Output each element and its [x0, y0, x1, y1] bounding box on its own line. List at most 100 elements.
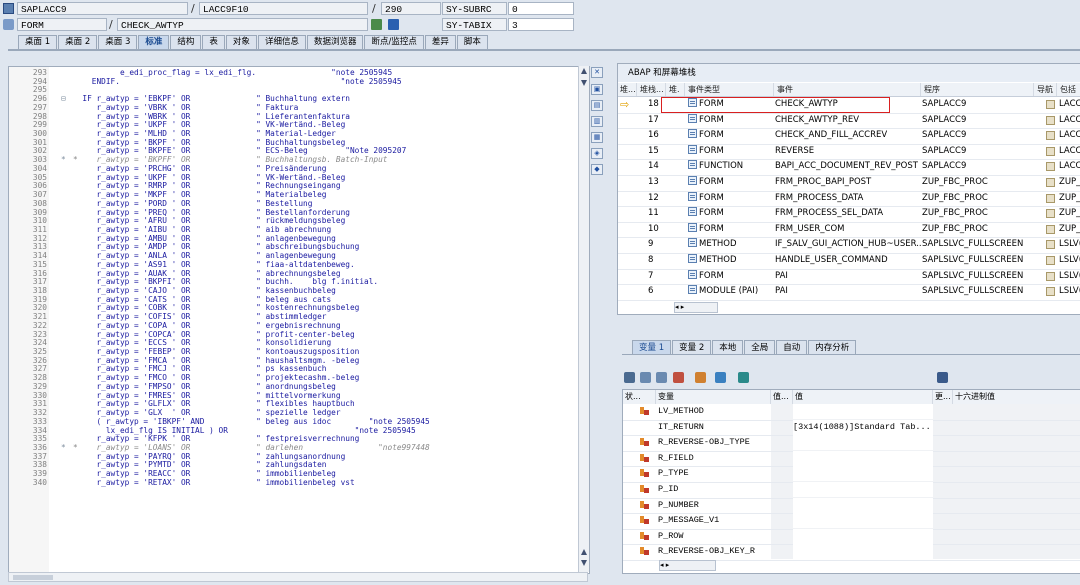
tab-auto[interactable]: 自动	[776, 340, 808, 355]
variable-value[interactable]	[793, 497, 933, 513]
table-icon[interactable]	[738, 372, 749, 383]
stack-row[interactable]: 9 METHOD IF_SALV_GUI_ACTION_HUB~USER... SAP…	[618, 237, 1080, 254]
stack-row[interactable]: 6 MODULE (PAI) PAI SAPLSLVC_FULLSCREEN LSLV(	[618, 284, 1080, 301]
col-header[interactable]: 堆...	[618, 83, 637, 96]
filter-icon[interactable]	[673, 372, 684, 383]
stack-row[interactable]: 11 FORM FRM_PROCESS_SEL_DATA ZUP_FBC_PROC ZU…	[618, 206, 1080, 223]
tab-breakpoints[interactable]: 断点/监控点	[364, 35, 424, 49]
tab-script[interactable]: 脚本	[456, 35, 488, 49]
tab-table[interactable]: 表	[202, 35, 225, 49]
variable-row[interactable]: R_REVERSE-OBJ_TYPE	[623, 435, 1080, 452]
variable-row[interactable]: P_NUMBER	[623, 497, 1080, 515]
stack-row[interactable]: 17 FORM CHECK_AWTYP_REV SAPLACC9 LACC	[618, 113, 1080, 130]
program-field[interactable]: SAPLACC9	[17, 2, 188, 15]
event-type-field[interactable]: FORM	[17, 18, 107, 31]
variable-value[interactable]	[793, 528, 933, 544]
fold-marker[interactable]: *	[61, 443, 66, 453]
sy-tabix-value[interactable]: 3	[508, 18, 574, 31]
fold-marker[interactable]: *	[61, 155, 66, 165]
tab-data-browser[interactable]: 数据浏览器	[306, 35, 364, 49]
close-icon[interactable]: ✕	[591, 67, 603, 78]
variable-row[interactable]: R_FIELD	[623, 450, 1080, 468]
stack-row[interactable]: 14 FUNCTION BAPI_ACC_DOCUMENT_REV_POST SAPL…	[618, 159, 1080, 176]
variable-value[interactable]	[793, 404, 933, 419]
variable-name[interactable]: IT_RETURN	[658, 420, 770, 435]
variable-value[interactable]	[793, 450, 933, 466]
tab-global[interactable]: 全局	[744, 340, 776, 355]
stack-row[interactable]: 8 METHOD HANDLE_USER_COMMAND SAPLSLVC_FULLS…	[618, 253, 1080, 270]
export-icon[interactable]	[656, 372, 667, 383]
tab-variables-2[interactable]: 变量 2	[672, 340, 712, 355]
event-field[interactable]: CHECK_AWTYP	[117, 18, 368, 31]
code-line[interactable]: 294 ENDIF. "note 2505945	[9, 77, 587, 87]
stack-row[interactable]: 15 FORM REVERSE SAPLACC9 LACC	[618, 144, 1080, 161]
col-header[interactable]: 导航	[1035, 83, 1057, 96]
variable-value[interactable]	[793, 482, 933, 497]
sy-subrc-value[interactable]: 0	[508, 2, 574, 15]
variable-name[interactable]: P_ID	[658, 482, 770, 497]
fold-marker[interactable]: ⊟	[61, 94, 66, 104]
col-header[interactable]: 值	[793, 390, 933, 404]
import-icon[interactable]	[640, 372, 651, 383]
swap-icon[interactable]: ◆	[591, 164, 603, 175]
navigate-icon[interactable]	[371, 19, 382, 30]
variable-value[interactable]	[793, 544, 933, 560]
tab-structure[interactable]: 结构	[170, 35, 202, 49]
include-field[interactable]: LACC9F10	[199, 2, 368, 15]
variable-value[interactable]	[793, 466, 933, 482]
variable-name[interactable]: P_ROW	[658, 529, 770, 544]
variable-name[interactable]: R_FIELD	[658, 451, 770, 466]
code-line[interactable]: 340 r_awtyp = 'RETAX' OR " immobilienbel…	[9, 478, 587, 488]
editor-horizontal-scrollbar[interactable]	[8, 572, 588, 582]
stack-row[interactable]: 7 FORM PAI SAPLSLVC_FULLSCREEN LSLV(	[618, 269, 1080, 286]
tab-standard[interactable]: 标准	[138, 35, 170, 49]
col-header[interactable]: 变量	[656, 390, 771, 404]
variable-name[interactable]: P_NUMBER	[658, 498, 770, 513]
scroll-up-icon[interactable]	[581, 549, 587, 555]
editor-vertical-scrollbar[interactable]	[578, 66, 589, 572]
save-icon[interactable]	[937, 372, 948, 383]
variable-value[interactable]: [3x14(1088)]Standard Tab...	[793, 419, 933, 435]
variable-name[interactable]: P_MESSAGE_V1	[658, 513, 770, 528]
variable-row[interactable]: P_TYPE	[623, 466, 1080, 483]
variable-value[interactable]	[793, 513, 933, 529]
stack-row[interactable]: 16 FORM CHECK_AND_FILL_ACCREV SAPLACC9 LACC	[618, 128, 1080, 145]
sort-icon[interactable]	[695, 372, 706, 383]
stack-hscroll[interactable]: ◂ ▸	[674, 302, 718, 313]
col-header[interactable]: 更...	[933, 390, 953, 404]
scroll-down-icon[interactable]	[581, 560, 587, 566]
variable-hscroll[interactable]: ◂ ▸	[659, 560, 716, 571]
scroll-up-icon[interactable]	[581, 68, 587, 74]
variable-row[interactable]: P_ROW	[623, 528, 1080, 546]
col-header[interactable]: 事件	[775, 83, 921, 96]
variable-row[interactable]: R_REVERSE-OBJ_KEY_R	[623, 544, 1080, 561]
tools-icon[interactable]: ◈	[591, 148, 603, 159]
col-header[interactable]: 十六进制值	[953, 390, 1080, 404]
variable-name[interactable]: LV_METHOD	[658, 404, 770, 419]
variable-row[interactable]: P_ID	[623, 482, 1080, 499]
variable-name[interactable]: P_TYPE	[658, 466, 770, 481]
variable-name[interactable]: R_REVERSE-OBJ_KEY_R	[658, 544, 770, 559]
tab-local[interactable]: 本地	[712, 340, 744, 355]
tab-diff[interactable]: 差异	[424, 35, 456, 49]
col-header[interactable]: 状...	[623, 390, 656, 404]
col-header[interactable]: 包括	[1058, 83, 1080, 96]
col-header[interactable]: 程序	[922, 83, 1034, 96]
tab-variables-1[interactable]: 变量 1	[632, 340, 672, 355]
col-header[interactable]: 值...	[771, 390, 793, 404]
tab-desktop-2[interactable]: 桌面 2	[58, 35, 98, 49]
tab-memory-analysis[interactable]: 内存分析	[808, 340, 857, 355]
variable-row[interactable]: P_MESSAGE_V1	[623, 513, 1080, 530]
settings-icon[interactable]	[715, 372, 726, 383]
scroll-thumb[interactable]	[13, 575, 53, 580]
col-header[interactable]: 堆栈...	[638, 83, 666, 96]
scroll-down-icon[interactable]	[581, 80, 587, 86]
stack-row[interactable]: 10 FORM FRM_USER_COM ZUP_FBC_PROC ZUP_	[618, 222, 1080, 239]
tab-desktop-1[interactable]: 桌面 1	[18, 35, 58, 49]
navigate-icon[interactable]	[1046, 287, 1055, 302]
info-icon[interactable]	[388, 19, 399, 30]
tab-object[interactable]: 对象	[225, 35, 257, 49]
maximize-icon[interactable]: ▦	[591, 132, 603, 143]
variable-value[interactable]	[793, 435, 933, 451]
tab-desktop-3[interactable]: 桌面 3	[98, 35, 138, 49]
